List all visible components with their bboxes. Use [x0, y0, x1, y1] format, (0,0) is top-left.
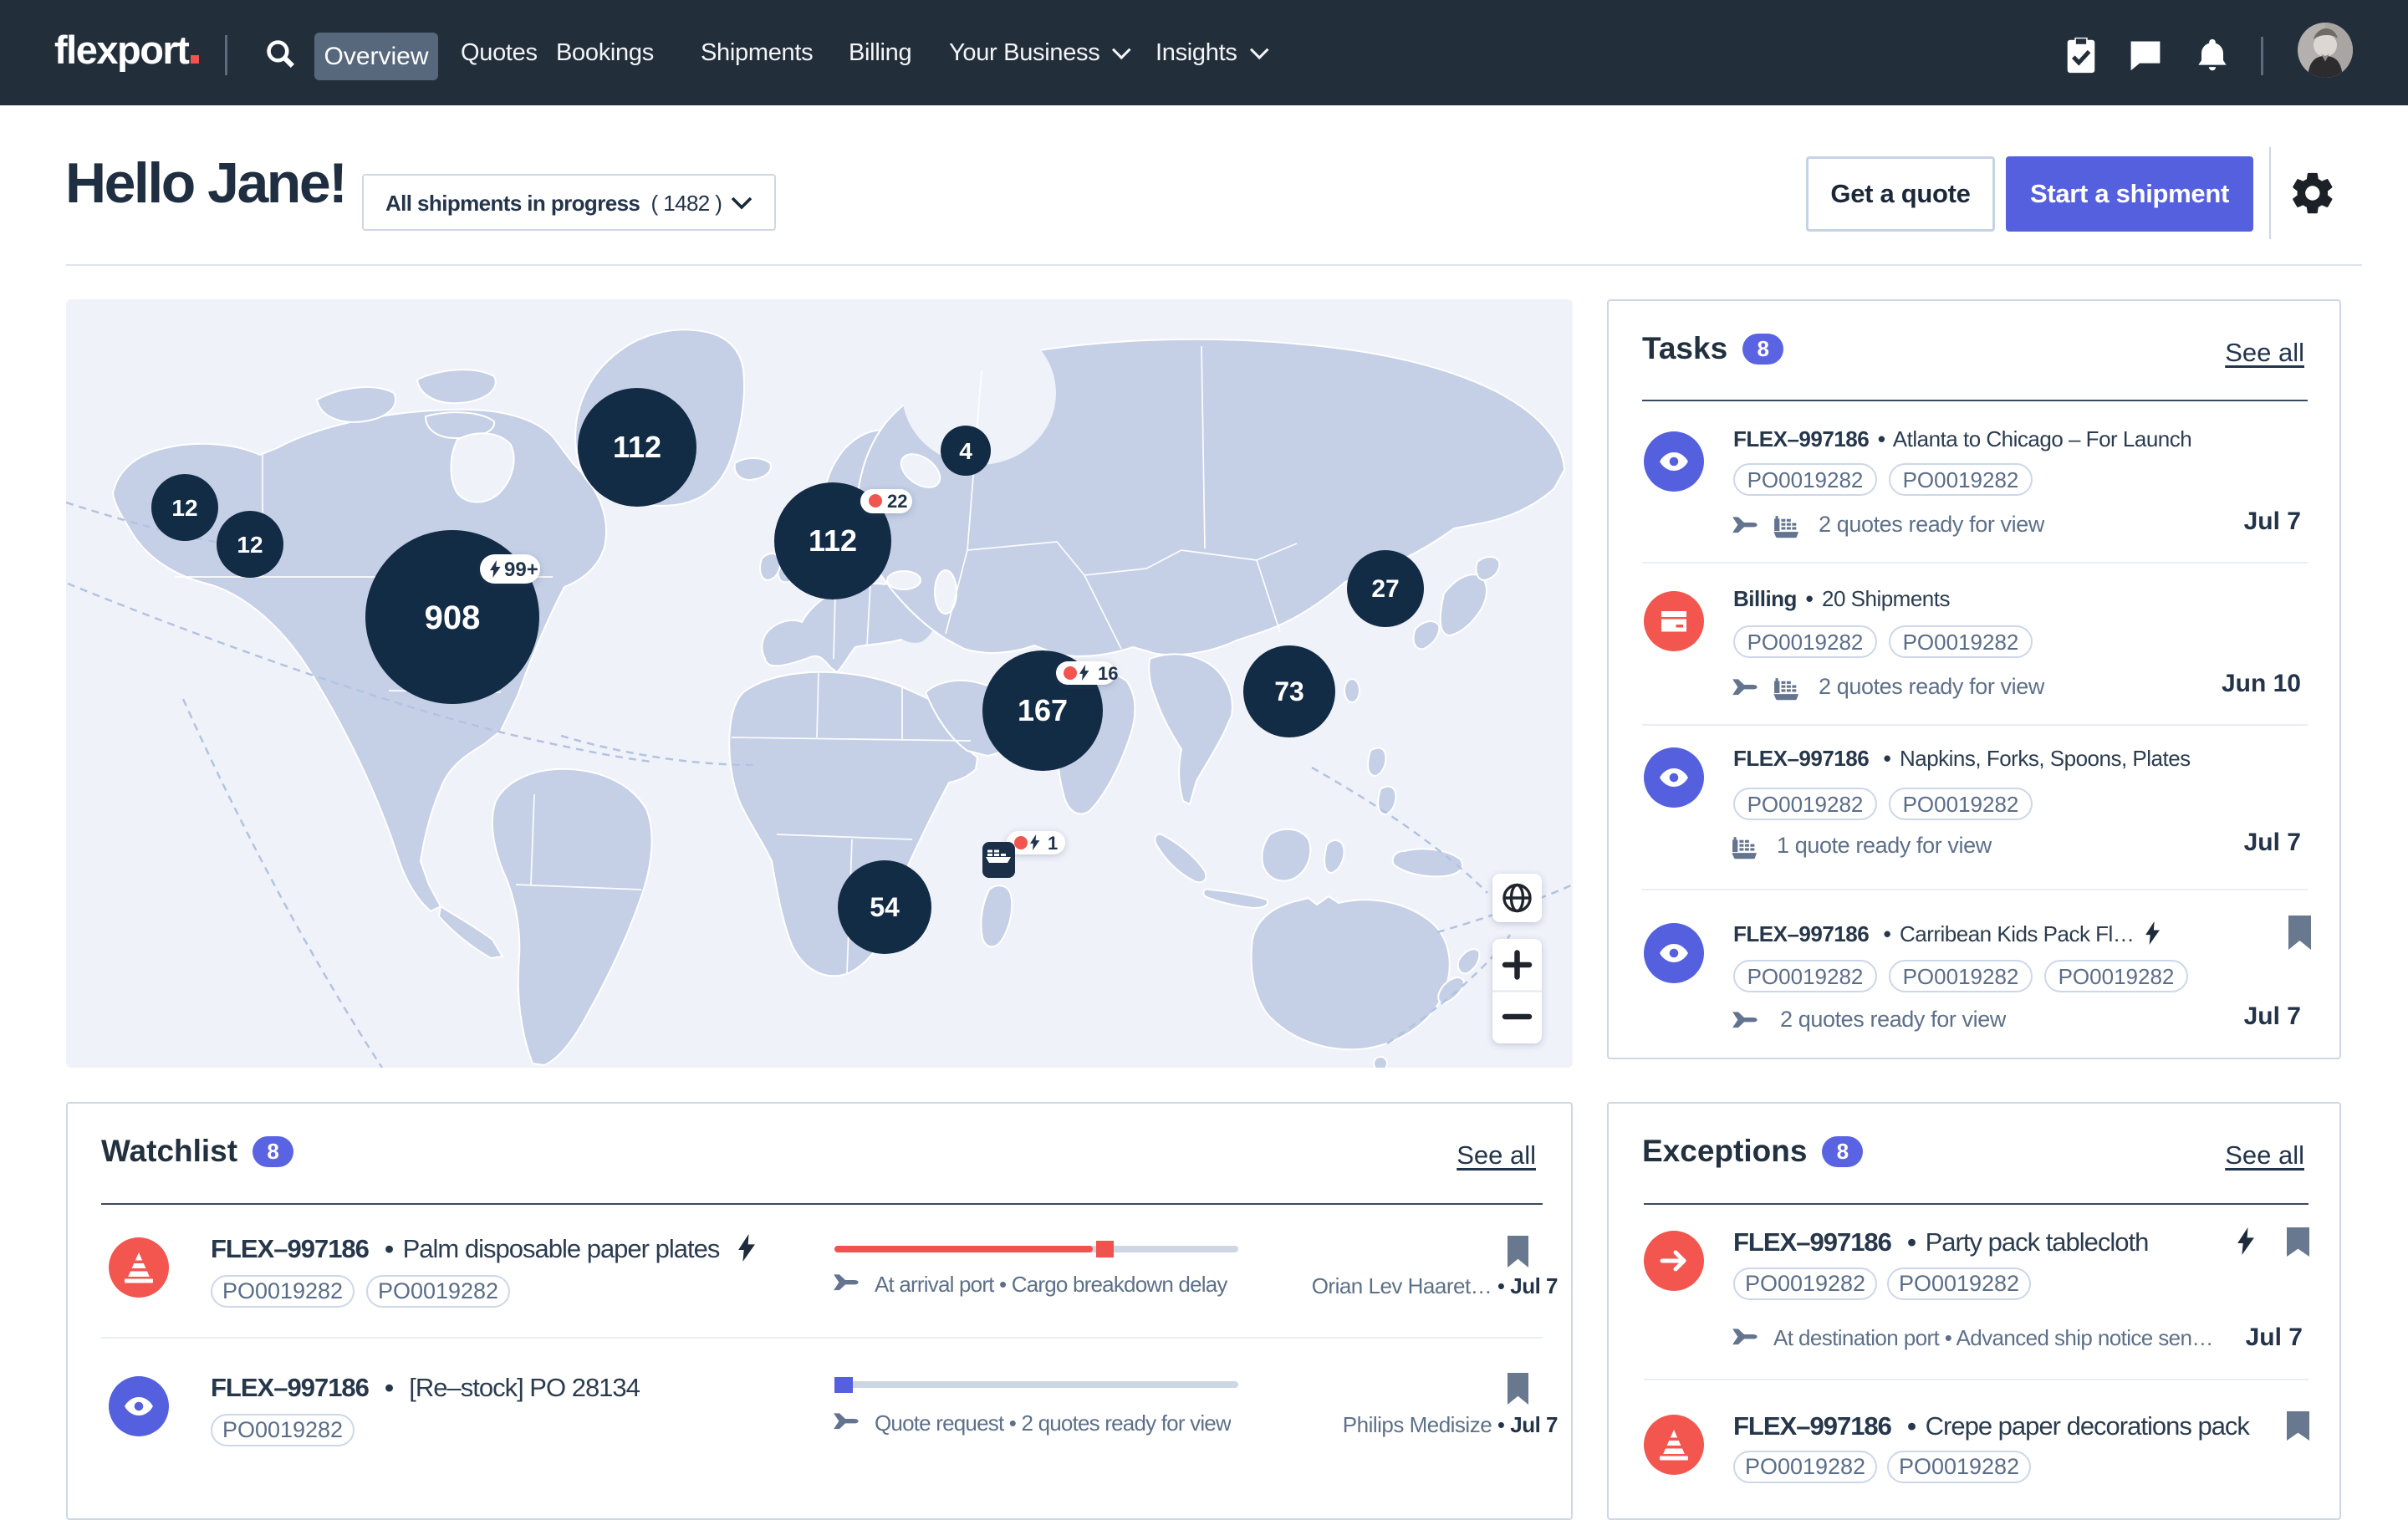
- svg-text:16: 16: [1098, 663, 1118, 684]
- svg-text:112: 112: [613, 430, 661, 464]
- svg-text:908: 908: [425, 599, 481, 636]
- svg-text:73: 73: [1274, 676, 1304, 706]
- svg-text:27: 27: [1371, 575, 1399, 603]
- svg-text:54: 54: [870, 892, 900, 922]
- svg-text:22: 22: [887, 491, 907, 512]
- svg-text:12: 12: [237, 532, 263, 558]
- svg-text:112: 112: [809, 523, 857, 558]
- svg-text:99+: 99+: [504, 559, 538, 581]
- svg-text:167: 167: [1018, 693, 1068, 727]
- svg-text:1: 1: [1048, 833, 1058, 854]
- svg-text:4: 4: [959, 438, 972, 464]
- svg-text:12: 12: [171, 495, 197, 521]
